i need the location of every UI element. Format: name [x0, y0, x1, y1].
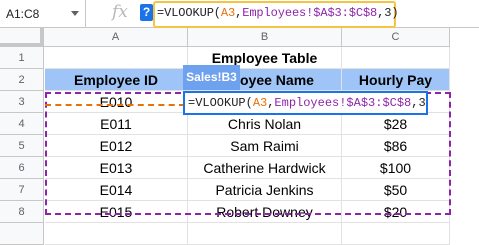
table-cell[interactable]: E011: [45, 113, 188, 135]
fx-icon: fx: [112, 2, 128, 22]
row-header-3[interactable]: 3: [0, 91, 44, 113]
table-cell[interactable]: $28: [342, 113, 450, 135]
table-cell[interactable]: Patricia Jenkins: [188, 179, 342, 201]
help-icon[interactable]: ?: [140, 4, 153, 21]
table-cell[interactable]: E010: [45, 91, 188, 113]
name-box[interactable]: A1:C8: [0, 0, 86, 28]
table-cell[interactable]: E012: [45, 135, 188, 157]
table-cell[interactable]: E015: [45, 201, 188, 223]
edit-prefix: =VLOOKUP(: [188, 96, 253, 110]
cell-reference-tag: Sales!B3: [183, 65, 240, 90]
row-header-7[interactable]: 7: [0, 179, 44, 201]
table-cell[interactable]: E013: [45, 157, 188, 179]
column-header-b[interactable]: B: [188, 28, 342, 47]
table-cell[interactable]: $86: [342, 135, 450, 157]
chevron-down-icon[interactable]: [71, 11, 79, 16]
row-header-6[interactable]: 6: [0, 157, 44, 179]
table-cell[interactable]: E014: [45, 179, 188, 201]
table-cell[interactable]: $100: [342, 157, 450, 179]
header-hourly-pay[interactable]: Hourly Pay: [342, 69, 450, 91]
column-header-c[interactable]: C: [342, 28, 450, 47]
table-cell[interactable]: Catherine Hardwick: [188, 157, 342, 179]
formula-ref-a3: A3: [220, 6, 236, 20]
name-box-value: A1:C8: [6, 7, 40, 21]
formula-bar: A1:C8 fx ? =VLOOKUP(A3,Employees!$A$3:$C…: [0, 0, 479, 28]
table-cell[interactable]: Sam Raimi: [188, 135, 342, 157]
cell-c1[interactable]: [342, 47, 450, 69]
ref-a3-border: [45, 104, 185, 106]
header-employee-id[interactable]: Employee ID: [45, 69, 188, 91]
formula-suffix: ,3): [377, 6, 399, 20]
row-header-9[interactable]: [0, 223, 44, 245]
row-header-4[interactable]: 4: [0, 113, 44, 135]
cell-a9[interactable]: [45, 223, 188, 245]
cell-b9[interactable]: [188, 223, 342, 245]
cell-c9[interactable]: [342, 223, 450, 245]
column-header-a[interactable]: A: [44, 28, 188, 47]
table-cell[interactable]: $50: [342, 179, 450, 201]
table-cell[interactable]: Robert Downey: [188, 201, 342, 223]
row-header-2[interactable]: 2: [0, 69, 44, 91]
table-cell[interactable]: Chris Nolan: [188, 113, 342, 135]
edit-ref-range: Employees!$A$3:$C$8: [274, 96, 412, 110]
formula-input[interactable]: =VLOOKUP(A3,Employees!$A$3:$C$8,3): [157, 6, 399, 20]
row-header-1[interactable]: 1: [0, 47, 44, 69]
edit-suffix: ,3): [411, 96, 426, 110]
select-all-corner[interactable]: [0, 28, 44, 47]
row-header-8[interactable]: 8: [0, 201, 44, 223]
edit-ref-a3: A3: [252, 96, 268, 110]
cell-a1[interactable]: [45, 47, 188, 69]
table-cell[interactable]: $20: [342, 201, 450, 223]
row-header-5[interactable]: 5: [0, 135, 44, 157]
cell-edit-box[interactable]: =VLOOKUP(A3,Employees!$A$3:$C$8,3): [183, 91, 428, 115]
formula-prefix: =VLOOKUP(: [157, 6, 221, 20]
formula-ref-range: Employees!$A$3:$C$8: [242, 6, 378, 20]
